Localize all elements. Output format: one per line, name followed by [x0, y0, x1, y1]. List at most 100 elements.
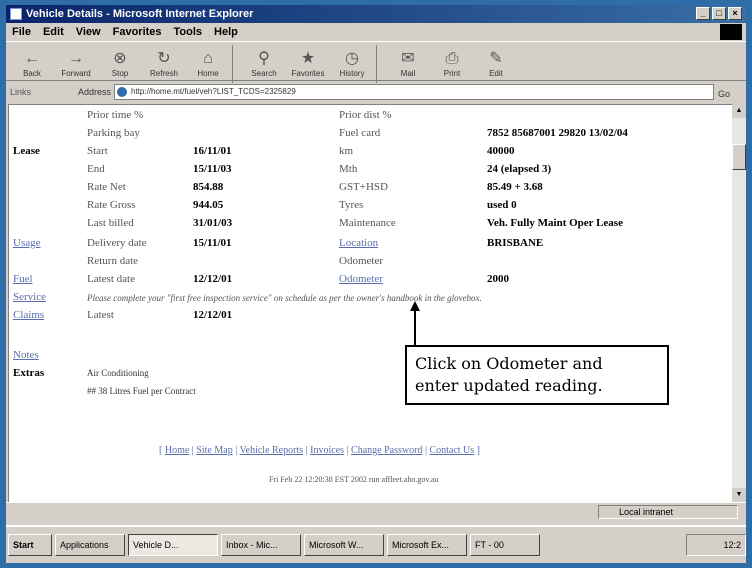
back-button[interactable]: ← Back: [10, 42, 54, 80]
tyres-value: used 0: [487, 199, 517, 211]
gst-value: 85.49 + 3.68: [487, 181, 543, 193]
odometer-link[interactable]: Odometer: [339, 273, 383, 285]
taskbar-item[interactable]: Inbox - Mic...: [221, 534, 301, 556]
print-label: Print: [443, 69, 461, 78]
search-button[interactable]: ⚲ Search: [242, 42, 286, 80]
km-label: km: [339, 145, 354, 157]
rate-net-value: 854.88: [193, 181, 224, 193]
taskbar-item[interactable]: Microsoft W...: [304, 534, 384, 556]
close-button[interactable]: ×: [728, 7, 742, 20]
section-service-link[interactable]: Service: [13, 291, 46, 303]
lease-start-label: Start: [87, 145, 108, 157]
last-billed-value: 31/01/03: [193, 217, 233, 229]
menu-tools[interactable]: Tools: [174, 23, 203, 41]
scroll-thumb[interactable]: [732, 144, 746, 170]
edit-icon: ✎: [489, 50, 503, 67]
security-zone: Local intranet: [598, 505, 738, 519]
stop-button[interactable]: ⊗ Stop: [98, 42, 142, 80]
back-icon: ←: [24, 50, 40, 67]
section-usage-link[interactable]: Usage: [13, 237, 41, 249]
footer-link-vehicle-reports[interactable]: Vehicle Reports: [240, 445, 304, 456]
toolbar-separator: [376, 45, 384, 83]
section-claims-link[interactable]: Claims: [13, 309, 44, 321]
menu-edit[interactable]: Edit: [43, 23, 64, 41]
search-label: Search: [251, 69, 277, 78]
gst-label: GST+HSD: [339, 181, 388, 193]
menu-favorites[interactable]: Favorites: [113, 23, 162, 41]
edit-button[interactable]: ✎ Edit: [474, 42, 518, 80]
menu-help[interactable]: Help: [214, 23, 238, 41]
callout-box: Click on Odometer and enter updated read…: [405, 345, 669, 405]
taskbar-item[interactable]: FT - 00: [470, 534, 540, 556]
zone-label: Local intranet: [619, 507, 674, 517]
history-button[interactable]: ◷ History: [330, 42, 374, 80]
menu-file[interactable]: File: [12, 23, 31, 41]
mail-button[interactable]: ✉ Mail: [386, 42, 430, 80]
forward-label: Forward: [61, 69, 91, 78]
service-note: Please complete your "first free inspect…: [87, 293, 482, 303]
address-input[interactable]: http://home.mt/fuel/veh?LIST_TCDS=232582…: [114, 84, 714, 100]
taskbar-item-active[interactable]: Vehicle D...: [128, 534, 218, 556]
footer-link-invoices[interactable]: Invoices: [310, 445, 344, 456]
stop-label: Stop: [111, 69, 129, 78]
callout-arrow: [410, 301, 420, 347]
lease-end-value: 15/11/03: [193, 163, 232, 175]
callout-line-2: enter updated reading.: [415, 376, 603, 395]
fuel-card-value: 7852 85687001 29820 13/02/04: [487, 127, 628, 139]
taskbar: Start Applications Vehicle D... Inbox - …: [6, 525, 746, 563]
claims-latest-label: Latest: [87, 309, 114, 321]
prior-time-label: Prior time %: [87, 109, 144, 121]
return-date-label: Return date: [87, 255, 139, 267]
location-link[interactable]: Location: [339, 237, 378, 249]
footer-link-site-map[interactable]: Site Map: [196, 445, 232, 456]
months-value: 24 (elapsed 3): [487, 163, 552, 175]
section-extras: Extras: [13, 367, 45, 379]
history-icon: ◷: [345, 50, 359, 67]
favorites-button[interactable]: ★ Favorites: [286, 42, 330, 80]
minimize-button[interactable]: _: [696, 7, 710, 20]
address-bar: Links Address http://home.mt/fuel/veh?LI…: [6, 82, 746, 102]
footer-link-home[interactable]: Home: [165, 445, 189, 456]
white-band: [9, 329, 732, 339]
forward-icon: →: [68, 50, 84, 67]
vertical-scrollbar[interactable]: ▲ ▼: [732, 104, 746, 502]
refresh-icon: ↻: [157, 50, 171, 67]
footer-timestamp: Fri Feb 22 12:20:38 EST 2002 run affleet…: [269, 475, 439, 484]
section-lease: Lease: [13, 145, 40, 157]
taskbar-item[interactable]: Applications: [55, 534, 125, 556]
section-fuel-link[interactable]: Fuel: [13, 273, 33, 285]
delivery-date-value: 15/11/01: [193, 237, 232, 249]
scroll-down-icon[interactable]: ▼: [732, 488, 746, 502]
taskbar-item[interactable]: Microsoft Ex...: [387, 534, 467, 556]
menu-bar: File Edit View Favorites Tools Help: [6, 23, 746, 41]
page-content: Prior time % Prior dist % Parking bay Fu…: [8, 104, 732, 502]
go-button[interactable]: Go: [718, 84, 730, 104]
menu-view[interactable]: View: [76, 23, 101, 41]
address-url: http://home.mt/fuel/veh?LIST_TCDS=232582…: [131, 87, 296, 96]
print-button[interactable]: ⎙ Print: [430, 42, 474, 80]
odometer-label: Odometer: [339, 255, 383, 267]
start-button[interactable]: Start: [8, 534, 52, 556]
prior-dist-label: Prior dist %: [339, 109, 392, 121]
latest-date-label: Latest date: [87, 273, 135, 285]
ie-logo-icon: [10, 8, 22, 20]
links-label[interactable]: Links: [10, 82, 31, 102]
footer-link-contact-us[interactable]: Contact Us: [429, 445, 474, 456]
refresh-button[interactable]: ↻ Refresh: [142, 42, 186, 80]
favorites-icon: ★: [300, 50, 316, 67]
lease-start-value: 16/11/01: [193, 145, 232, 157]
last-billed-label: Last billed: [87, 217, 134, 229]
maximize-button[interactable]: □: [712, 7, 726, 20]
scroll-up-icon[interactable]: ▲: [732, 104, 746, 118]
status-bar: Local intranet: [6, 502, 746, 520]
delivery-date-label: Delivery date: [87, 237, 147, 249]
rate-gross-label: Rate Gross: [87, 199, 136, 211]
forward-button[interactable]: → Forward: [54, 42, 98, 80]
toolbar-separator: [232, 45, 240, 83]
maintenance-value: Veh. Fully Maint Oper Lease: [487, 217, 623, 229]
clock: 12:2: [723, 540, 741, 550]
footer-link-change-password[interactable]: Change Password: [351, 445, 422, 456]
home-icon: ⌂: [203, 50, 213, 67]
section-notes-link[interactable]: Notes: [13, 349, 39, 361]
home-button[interactable]: ⌂ Home: [186, 42, 230, 80]
